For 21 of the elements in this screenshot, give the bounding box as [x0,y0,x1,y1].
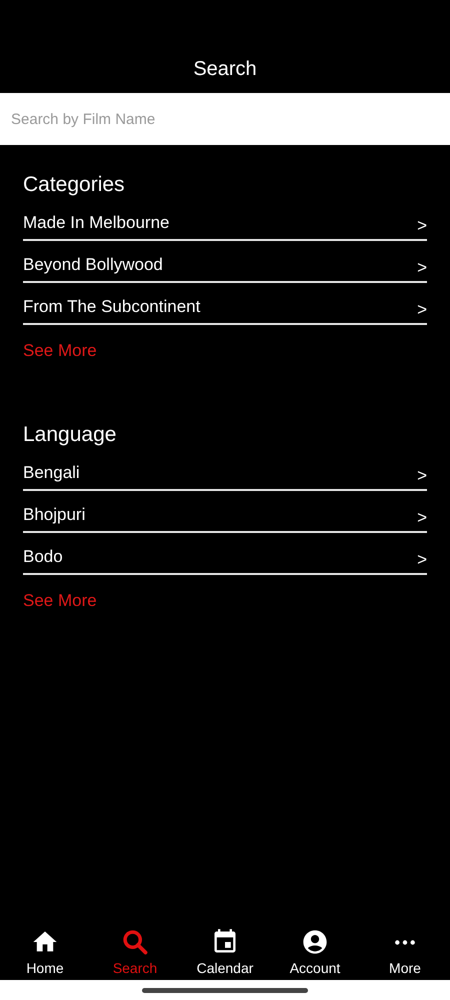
section-heading: Language [23,423,118,447]
see-more-link[interactable]: See More [23,341,97,361]
nav-tab[interactable]: Search [90,920,180,980]
search-icon [121,928,149,956]
list-item[interactable]: Beyond Bollywood > [23,255,427,283]
section-heading: Categories [23,173,126,197]
screen-title: Search [193,58,257,81]
account-icon [301,928,329,956]
nav-tab[interactable]: Home [0,920,90,980]
list-item[interactable]: Made In Melbourne > [23,213,427,241]
search-field[interactable]: Search by Film Name [0,93,450,145]
list-item[interactable]: Bhojpuri > [23,505,427,533]
list-item[interactable]: Bodo > [23,547,427,575]
home-indicator[interactable] [142,988,308,992]
nav-tab[interactable]: Calendar [180,920,270,980]
more-icon [394,939,416,946]
see-more-link[interactable]: See More [23,591,97,611]
list-item[interactable]: From The Subcontinent > [23,297,427,325]
nav-tab[interactable]: More [360,920,450,980]
list-item[interactable]: Bengali > [23,463,427,491]
nav-tab[interactable]: Account [270,920,360,980]
